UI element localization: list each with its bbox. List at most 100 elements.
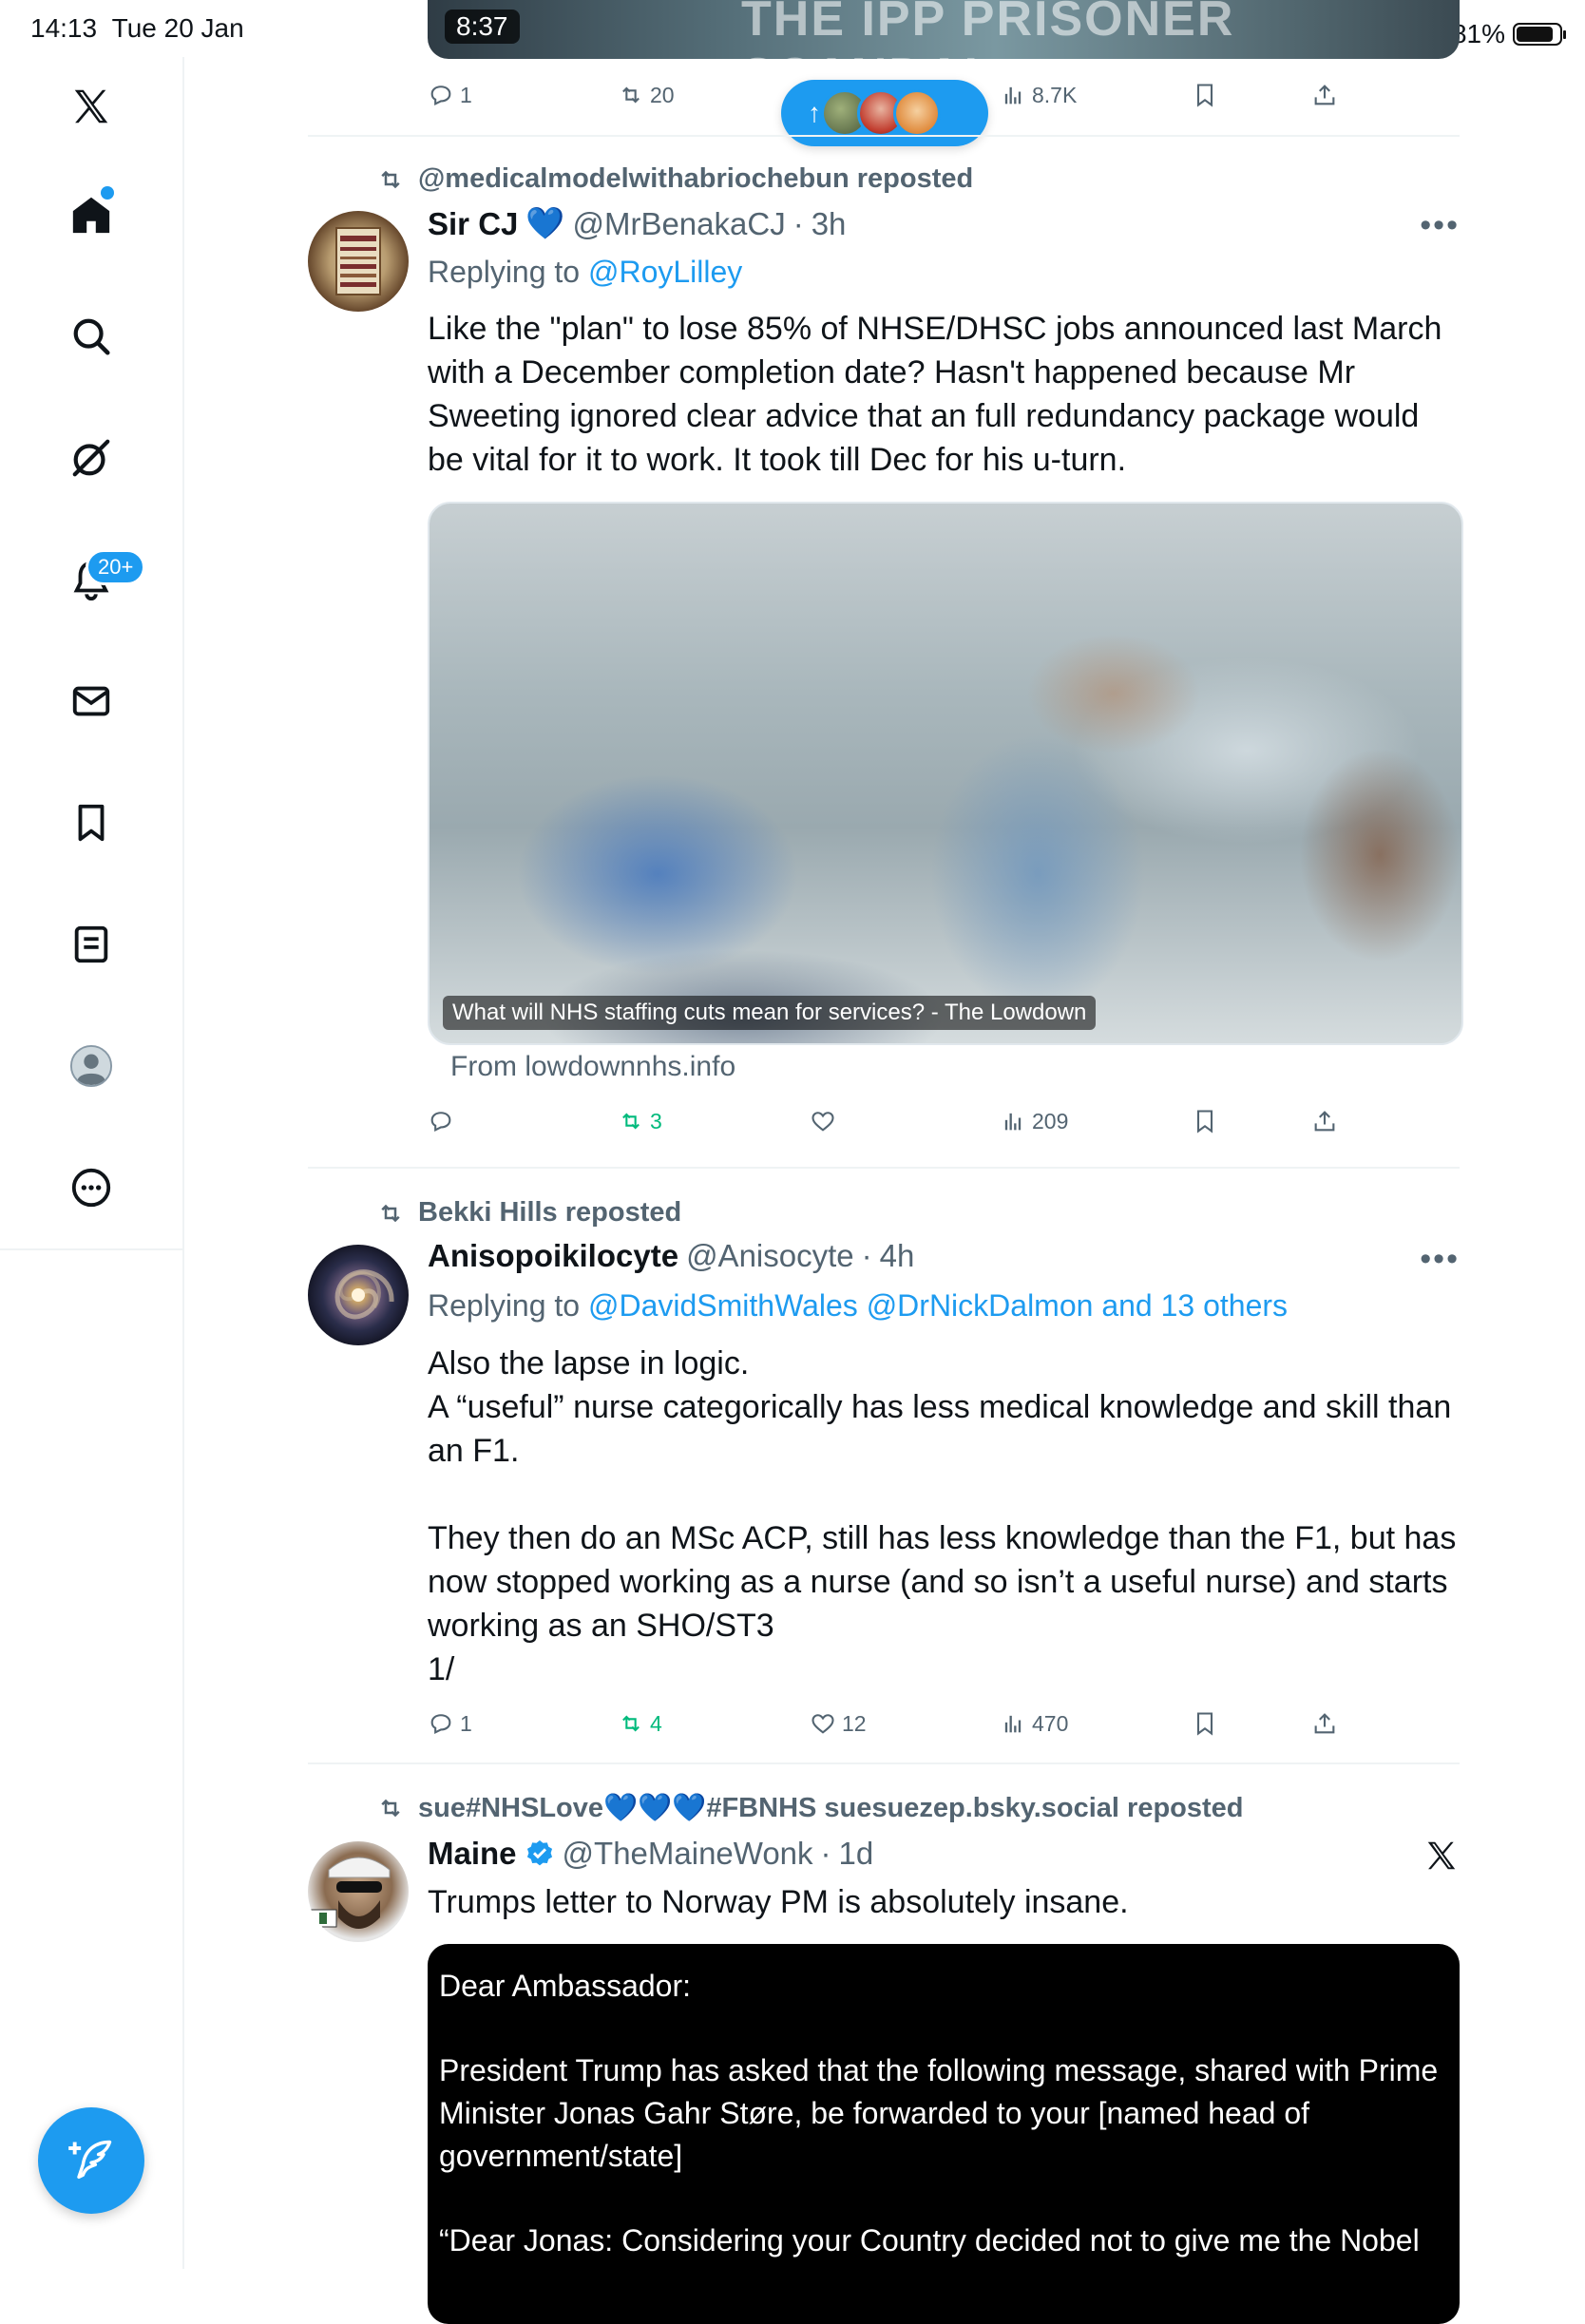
repost-button[interactable]: 20 [618,82,675,108]
post-header: Sir CJ 💙 @MrBenakaCJ · 3h [428,205,846,242]
author-name[interactable]: Anisopoikilocyte [428,1238,678,1274]
reposted-by-label: sue#NHSLove💙💙💙#FBNHS suesuezep.bsky.soci… [418,1793,1244,1823]
attached-letter-image[interactable]: Dear Ambassador: President Trump has ask… [428,1944,1460,2324]
post-text: Trumps letter to Norway PM is absolutely… [428,1884,1129,1920]
video-title: THE IPP PRISONER SCANDAL [741,0,1235,59]
link-caption: What will NHS staffing cuts mean for ser… [443,996,1097,1030]
battery-percent: 81% [1451,19,1505,48]
post-time[interactable]: 4h [880,1238,915,1274]
like-button[interactable]: 12 [810,1710,867,1737]
views-button[interactable]: 8.7K [1000,82,1077,108]
post-text: Like the "plan" to lose 85% of NHSE/DHSC… [428,311,1442,478]
repost-attribution[interactable]: Bekki Hills reposted [376,1197,681,1229]
repost-count: 4 [650,1710,662,1736]
more-options-icon[interactable] [57,1153,125,1222]
galaxy-image [334,1269,394,1320]
views-chart-icon [1004,1715,1022,1733]
video-thumbnail[interactable]: THE IPP PRISONER SCANDAL 8:37 [428,0,1460,59]
repost-icon [381,1799,400,1818]
notifications-badge: 20+ [86,549,146,585]
views-button[interactable]: 209 [1000,1108,1068,1134]
repost-attribution[interactable]: @medicalmodelwithabriochebun reposted [376,163,973,195]
author-name[interactable]: Sir CJ [428,206,518,242]
bookmark-button[interactable] [1192,1108,1218,1134]
author-name[interactable]: Maine [428,1836,517,1872]
letter-line: Dear Ambassador: [439,1969,692,2003]
x-logo-icon[interactable] [1423,1838,1460,1874]
reply-icon [430,86,451,106]
lists-icon[interactable] [57,910,125,979]
bookmark-button[interactable] [1192,1710,1218,1737]
repost-button[interactable]: 3 [618,1108,662,1134]
home-icon[interactable] [57,181,125,249]
share-button[interactable] [1311,1710,1338,1737]
avatar[interactable] [308,1841,409,1942]
like-button[interactable] [810,1108,842,1134]
text-line: 1/ [428,1651,455,1687]
repost-button[interactable]: 4 [618,1710,662,1737]
bookmarks-icon[interactable] [57,789,125,857]
share-icon [1314,1111,1335,1132]
views-button[interactable]: 470 [1000,1710,1068,1737]
battery-icon [1513,23,1566,46]
post-time[interactable]: 1d [839,1836,874,1872]
arrow-up-icon: ↑ [808,98,821,127]
home-unread-dot [101,186,114,200]
text-line: They then do an MSc ACP, still has less … [428,1520,1457,1644]
avatar [893,89,941,137]
reposted-by-label: @medicalmodelwithabriochebun reposted [418,163,974,194]
replying-prefix: Replying to [428,1288,581,1323]
letter-line: “Dear Jonas: Considering your Country de… [439,2223,1420,2257]
view-count: 8.7K [1032,82,1078,107]
reply-count: 1 [460,1710,472,1736]
reply-button[interactable]: 1 [428,82,472,108]
text-line: Also the lapse in logic. [428,1345,750,1381]
bookmark-icon [1196,1712,1213,1736]
repost-icon [381,1204,400,1222]
post-divider [308,135,1460,137]
sidebar-divider [0,1248,182,1250]
reply-mention-link[interactable]: @RoyLilley [588,255,742,289]
views-chart-icon [1004,86,1022,105]
view-count: 470 [1032,1710,1069,1736]
messages-icon[interactable] [57,667,125,735]
post-time[interactable]: 3h [812,206,847,242]
reply-icon [430,1714,451,1735]
bookmark-button[interactable] [1192,82,1218,108]
reply-count: 1 [460,82,472,107]
author-handle[interactable]: @TheMaineWonk [563,1836,813,1872]
repost-attribution[interactable]: sue#NHSLove💙💙💙#FBNHS suesuezep.bsky.soci… [376,1792,1244,1824]
share-button[interactable] [1311,1108,1338,1134]
heart-icon [812,1714,834,1734]
post-header: Anisopoikilocyte @Anisocyte · 4h [428,1238,914,1274]
letter-line [439,2008,1448,2049]
separator-dot: · [792,205,804,241]
more-options-dots-icon[interactable]: ••• [1420,1241,1460,1278]
post-actions: 3 209 [428,1100,1460,1142]
compose-post-button[interactable] [38,2107,144,2214]
post-divider [308,1167,1460,1169]
reply-mention-link[interactable]: @DavidSmithWales @DrNickDalmon and 13 ot… [588,1288,1288,1323]
post-header: Maine @TheMaineWonk · 1d [428,1836,873,1872]
separator-dot: · [861,1238,872,1273]
link-preview-card[interactable]: What will NHS staffing cuts mean for ser… [428,502,1463,1045]
author-handle[interactable]: @MrBenakaCJ [572,206,785,242]
repost-icon [381,170,400,188]
views-chart-icon [1004,1113,1022,1131]
reply-button[interactable] [428,1108,460,1134]
heart-emoji-icon: 💙 [525,205,565,240]
avatar[interactable] [308,1245,409,1345]
avatar[interactable] [308,211,409,312]
share-button[interactable] [1311,82,1338,108]
reply-button[interactable]: 1 [428,1710,472,1737]
repost-icon [622,1715,640,1732]
x-logo-icon[interactable] [57,72,125,141]
grok-icon[interactable] [57,424,125,492]
search-icon[interactable] [57,302,125,371]
profile-avatar-icon[interactable] [57,1032,125,1100]
man-with-sunglasses-image [309,1857,391,1929]
more-options-dots-icon[interactable]: ••• [1420,207,1460,244]
replying-prefix: Replying to [428,255,581,289]
author-handle[interactable]: @Anisocyte [686,1238,854,1274]
link-source[interactable]: From lowdownnhs.info [450,1051,735,1083]
